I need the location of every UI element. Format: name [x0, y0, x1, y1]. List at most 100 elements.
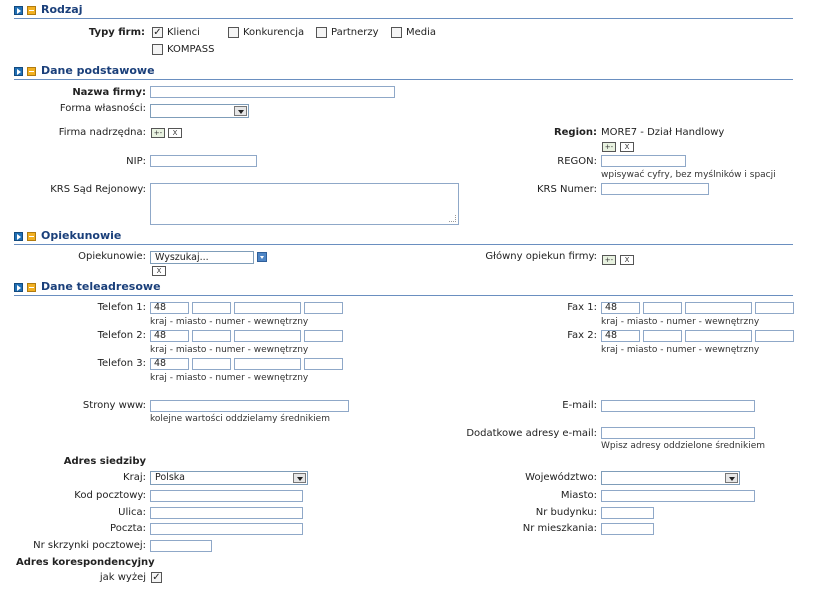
- www-input[interactable]: [150, 400, 349, 412]
- telefon2-country-input[interactable]: 48: [150, 330, 189, 342]
- fax2-country-input[interactable]: 48: [601, 330, 640, 342]
- extra-email-hint: Wpisz adresy oddzielone średnikiem: [601, 441, 765, 451]
- nazwa-firmy-input[interactable]: [150, 86, 395, 98]
- opiekunowie-label: Opiekunowie:: [78, 251, 146, 262]
- extra-email-label: Dodatkowe adresy e-mail:: [466, 428, 597, 439]
- telefon3-city-input[interactable]: [192, 358, 231, 370]
- telefon1-city-input[interactable]: [192, 302, 231, 314]
- opiekunowie-select-value: Wyszukaj...: [155, 252, 209, 263]
- fax2-label: Fax 2:: [567, 330, 597, 341]
- fax1-city-input[interactable]: [643, 302, 682, 314]
- regon-input[interactable]: [601, 155, 686, 167]
- krs-sad-textarea[interactable]: [150, 183, 459, 225]
- poczta-input[interactable]: [150, 523, 303, 535]
- collapse-icon[interactable]: [27, 67, 36, 76]
- adres-korespondencyjny-heading: Adres korespondencyjny: [16, 557, 155, 568]
- fax1-country-input[interactable]: 48: [601, 302, 640, 314]
- chevron-down-icon: [234, 106, 247, 116]
- krs-numer-label: KRS Numer:: [536, 184, 597, 195]
- telefon1-ext-input[interactable]: [304, 302, 343, 314]
- fax2-number-input[interactable]: [685, 330, 752, 342]
- section-header-dane-teleadresowe: Dane teleadresowe: [14, 280, 793, 296]
- glowny-opiekun-label: Główny opiekun firmy:: [485, 251, 597, 262]
- telefon2-label: Telefon 2:: [97, 330, 146, 341]
- fax1-ext-input[interactable]: [755, 302, 794, 314]
- fax2-ext-input[interactable]: [755, 330, 794, 342]
- ulica-input[interactable]: [150, 507, 303, 519]
- telefon3-hint: kraj - miasto - numer - wewnętrzny: [150, 373, 309, 383]
- fax2-hint: kraj - miasto - numer - wewnętrzny: [601, 345, 760, 355]
- collapse-icon[interactable]: [27, 232, 36, 241]
- section-header-opiekunowie: Opiekunowie: [14, 229, 793, 245]
- section-title: Opiekunowie: [41, 229, 122, 242]
- add-icon[interactable]: +-: [602, 255, 616, 265]
- region-label: Region:: [553, 127, 597, 138]
- region-value: MORE7 - Dział Handlowy: [601, 127, 725, 138]
- extra-email-input[interactable]: [601, 427, 755, 439]
- remove-icon[interactable]: X: [620, 255, 634, 265]
- kraj-select[interactable]: Polska: [150, 471, 308, 485]
- expand-icon[interactable]: [14, 67, 23, 76]
- expand-icon[interactable]: [14, 6, 23, 15]
- miasto-input[interactable]: [601, 490, 755, 502]
- wojewodztwo-label: Województwo:: [525, 472, 597, 483]
- section-header-dane-podstawowe: Dane podstawowe: [14, 64, 793, 80]
- krs-numer-input[interactable]: [601, 183, 709, 195]
- nip-label: NIP:: [126, 156, 146, 167]
- collapse-icon[interactable]: [27, 6, 36, 15]
- telefon2-number-input[interactable]: [234, 330, 301, 342]
- telefon3-number-input[interactable]: [234, 358, 301, 370]
- nr-budynku-input[interactable]: [601, 507, 654, 519]
- chevron-down-icon: [293, 473, 306, 483]
- email-input[interactable]: [601, 400, 755, 412]
- checkbox-kompass[interactable]: [152, 44, 163, 55]
- checkbox-label-partnerzy: Partnerzy: [331, 27, 379, 38]
- nr-mieszkania-input[interactable]: [601, 523, 654, 535]
- fax1-label: Fax 1:: [567, 302, 597, 313]
- expand-icon[interactable]: [14, 283, 23, 292]
- telefon3-ext-input[interactable]: [304, 358, 343, 370]
- kod-pocztowy-input[interactable]: [150, 490, 303, 502]
- wojewodztwo-select[interactable]: [601, 471, 740, 485]
- poczta-label: Poczta:: [110, 523, 146, 534]
- skrzynka-label: Nr skrzynki pocztowej:: [33, 540, 146, 551]
- fax1-number-input[interactable]: [685, 302, 752, 314]
- dropdown-arrow-icon[interactable]: [257, 252, 267, 262]
- section-header-rodzaj: Rodzaj: [14, 3, 793, 19]
- jak-wyzej-checkbox[interactable]: ✓: [151, 572, 162, 583]
- section-title: Dane teleadresowe: [41, 280, 161, 293]
- fax2-city-input[interactable]: [643, 330, 682, 342]
- checkbox-media[interactable]: [391, 27, 402, 38]
- checkbox-partnerzy[interactable]: [316, 27, 327, 38]
- www-label: Strony www:: [82, 400, 146, 411]
- expand-icon[interactable]: [14, 232, 23, 241]
- krs-sad-label: KRS Sąd Rejonowy:: [50, 184, 146, 195]
- skrzynka-input[interactable]: [150, 540, 212, 552]
- section-title: Rodzaj: [41, 3, 83, 16]
- telefon2-ext-input[interactable]: [304, 330, 343, 342]
- remove-icon[interactable]: X: [168, 128, 182, 138]
- kod-pocztowy-label: Kod pocztowy:: [74, 490, 146, 501]
- typy-firm-label: Typy firm:: [88, 27, 145, 38]
- nip-input[interactable]: [150, 155, 257, 167]
- remove-icon[interactable]: X: [620, 142, 634, 152]
- opiekunowie-select[interactable]: Wyszukaj...: [150, 251, 254, 264]
- nazwa-firmy-label: Nazwa firmy:: [72, 87, 146, 98]
- miasto-label: Miasto:: [560, 490, 597, 501]
- forma-wlasnosci-select[interactable]: [150, 104, 249, 118]
- checkbox-label-kompass: KOMPASS: [167, 44, 215, 55]
- collapse-icon[interactable]: [27, 283, 36, 292]
- checkbox-konkurencja[interactable]: [228, 27, 239, 38]
- telefon3-country-input[interactable]: 48: [150, 358, 189, 370]
- telefon1-number-input[interactable]: [234, 302, 301, 314]
- remove-icon[interactable]: X: [152, 266, 166, 276]
- forma-wlasnosci-label: Forma własności:: [59, 103, 146, 114]
- adres-siedziby-heading: Adres siedziby: [63, 456, 146, 467]
- resize-grip-icon[interactable]: [449, 215, 456, 222]
- add-icon[interactable]: +-: [602, 142, 616, 152]
- add-icon[interactable]: +-: [151, 128, 165, 138]
- telefon2-city-input[interactable]: [192, 330, 231, 342]
- checkbox-klienci[interactable]: ✓: [152, 27, 163, 38]
- kraj-label: Kraj:: [123, 472, 146, 483]
- telefon1-country-input[interactable]: 48: [150, 302, 189, 314]
